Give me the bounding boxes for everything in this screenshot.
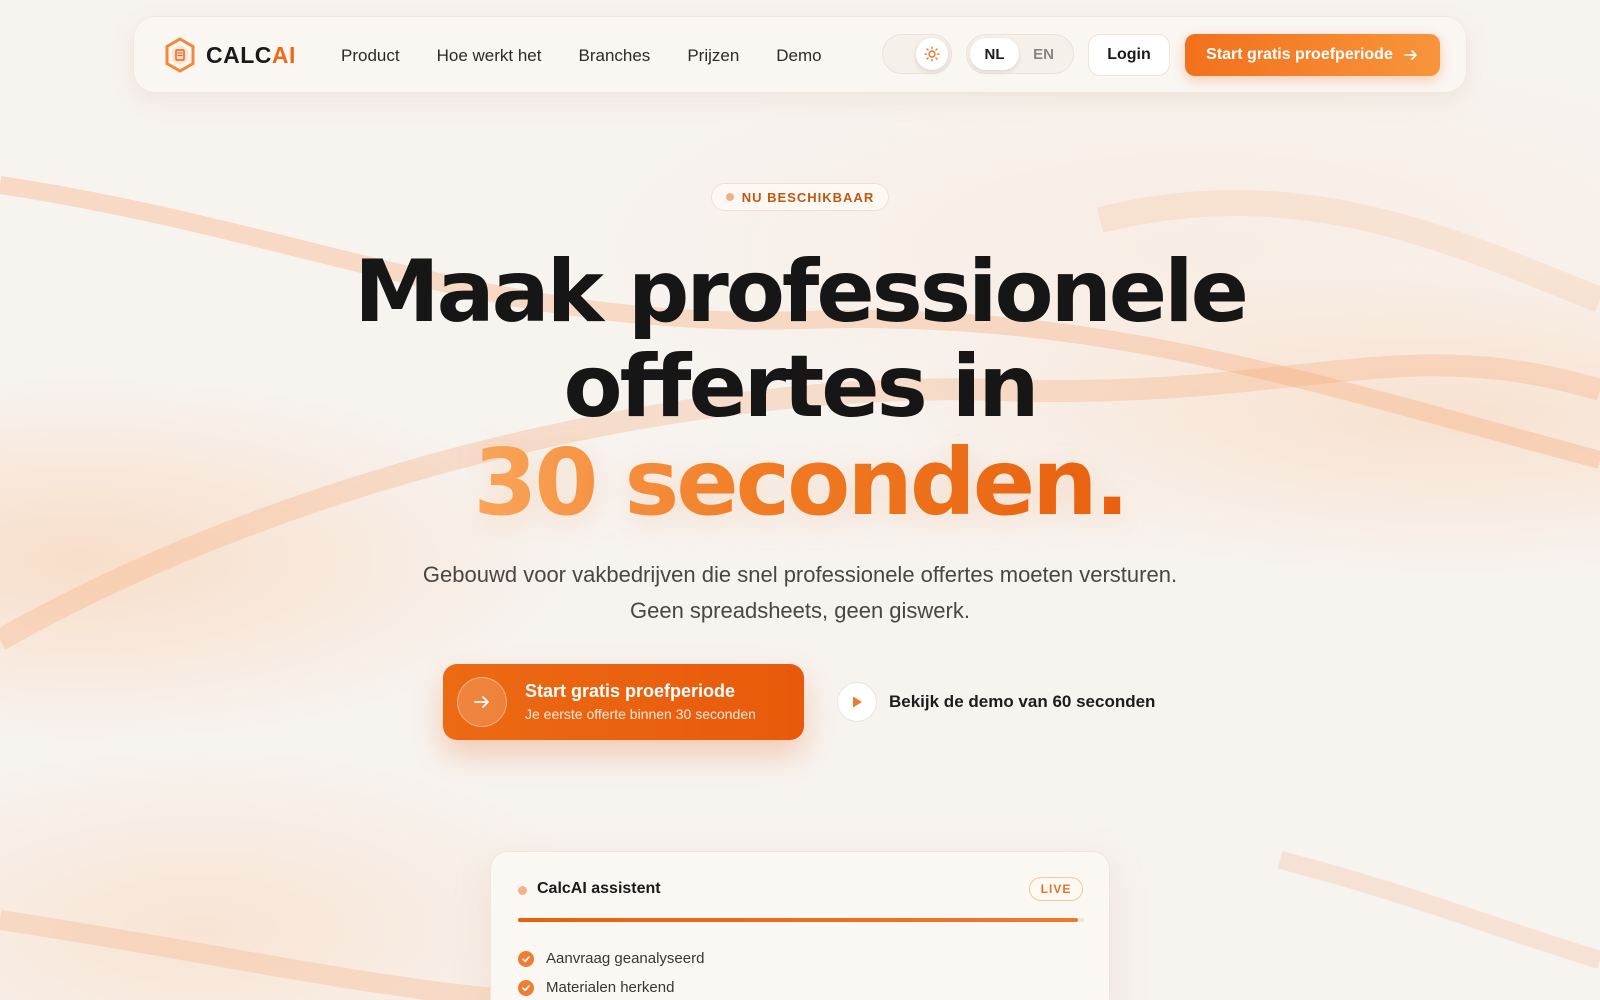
- nav-item-branches[interactable]: Branches: [578, 46, 650, 66]
- nav-cta-label: Start gratis proefperiode: [1206, 46, 1393, 63]
- list-item: Aanvraag geanalyseerd: [518, 944, 704, 973]
- nav-item-demo[interactable]: Demo: [776, 46, 821, 66]
- availability-badge: NU BESCHIKBAAR: [711, 183, 889, 211]
- brand-logo[interactable]: CALCAI: [164, 37, 296, 73]
- live-badge: LIVE: [1029, 877, 1083, 901]
- watch-demo-link[interactable]: Bekijk de demo van 60 seconden: [837, 682, 1155, 722]
- assistant-title: CalcAI assistent: [537, 880, 661, 897]
- brand-name: CALCAI: [206, 41, 296, 68]
- language-nl[interactable]: NL: [970, 38, 1019, 70]
- check-icon: [518, 979, 534, 996]
- nav-start-trial-button[interactable]: Start gratis proefperiode: [1185, 34, 1440, 76]
- arrow-right-icon: [474, 696, 489, 708]
- badge-label: NU BESCHIKBAAR: [741, 189, 875, 205]
- top-navbar: CALCAI Product Hoe werkt het Branches Pr…: [133, 16, 1467, 93]
- cta-title: Start gratis proefperiode: [525, 681, 736, 701]
- hero-start-trial-button[interactable]: Start gratis proefperiode Je eerste offe…: [443, 664, 804, 740]
- assistant-card: CalcAI assistent LIVE Aanvraag geanalyse…: [490, 851, 1110, 1000]
- play-button[interactable]: [837, 682, 877, 722]
- cta-arrow-circle: [457, 677, 507, 727]
- login-button[interactable]: Login: [1088, 34, 1170, 76]
- theme-toggle[interactable]: [882, 34, 952, 74]
- main-menu: Product Hoe werkt het Branches Prijzen D…: [341, 17, 859, 94]
- progress-bar: [518, 918, 1084, 922]
- badge-dot: [725, 193, 734, 201]
- step-label: Materialen herkend: [546, 979, 675, 996]
- hero-title-line-1: Maak professionele: [354, 242, 1249, 342]
- nav-item-how-it-works[interactable]: Hoe werkt het: [437, 46, 542, 66]
- hero-subtitle: Gebouwd voor vakbedrijven die snel profe…: [422, 562, 1178, 623]
- sun-icon: [924, 46, 940, 62]
- status-dot: [518, 886, 527, 895]
- step-list: Aanvraag geanalyseerd Materialen herkend: [518, 944, 704, 1000]
- nav-item-product[interactable]: Product: [341, 46, 400, 66]
- progress-fill: [518, 918, 1079, 922]
- hero-title-line-3: 30 seconden.: [0, 430, 1600, 535]
- step-label: Aanvraag geanalyseerd: [546, 950, 705, 967]
- play-icon: [853, 696, 862, 708]
- language-switcher: NL EN: [966, 34, 1074, 74]
- cta-note: Je eerste offerte binnen 30 seconden: [525, 706, 756, 722]
- theme-knob: [916, 38, 948, 70]
- language-en[interactable]: EN: [1019, 38, 1068, 70]
- list-item: Materialen herkend: [518, 973, 704, 1000]
- check-icon: [518, 950, 534, 967]
- hexagon-document-icon: [165, 37, 195, 73]
- arrow-right-icon: [1404, 50, 1417, 60]
- hero-title-highlight: 30 seconden.: [473, 429, 1129, 536]
- nav-item-pricing[interactable]: Prijzen: [687, 46, 739, 66]
- demo-label: Bekijk de demo van 60 seconden: [889, 692, 1156, 711]
- hero-title-line-2: offertes in: [563, 337, 1040, 437]
